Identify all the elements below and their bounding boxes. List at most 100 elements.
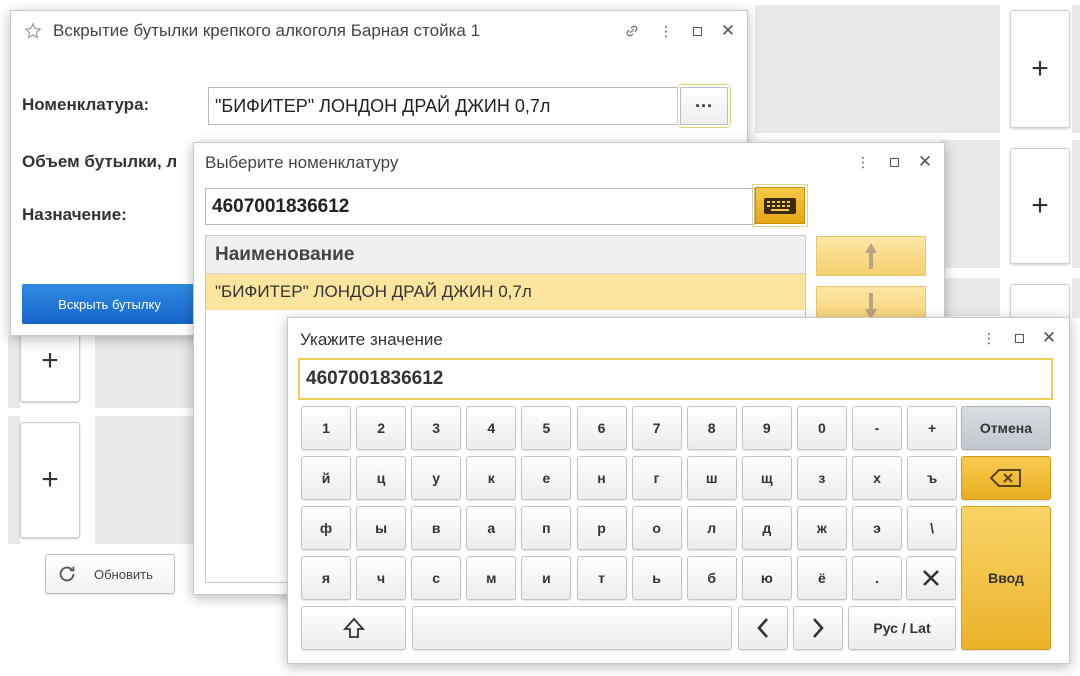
key-row4[interactable]: ё	[796, 556, 847, 600]
window-title: Вскрытие бутылки крепкого алкоголя Барна…	[53, 21, 481, 40]
list-item[interactable]: "БИФИТЕР" ЛОНДОН ДРАЙ ДЖИН 0,7л	[206, 274, 805, 310]
maximize-icon[interactable]	[687, 21, 707, 41]
key-row3[interactable]: ы	[356, 506, 407, 550]
add-tile-button[interactable]: +	[20, 422, 80, 538]
grey-panel	[1072, 278, 1080, 318]
cancel-button[interactable]: Отмена	[961, 406, 1051, 450]
key-row1[interactable]: +	[907, 406, 958, 450]
key-row2[interactable]: ц	[356, 456, 407, 500]
maximize-icon[interactable]	[1009, 328, 1029, 348]
grey-panel	[95, 336, 195, 408]
key-row2[interactable]: х	[852, 456, 902, 500]
close-icon[interactable]: ✕	[1039, 328, 1059, 348]
search-input[interactable]: 4607001836612	[205, 188, 755, 225]
clear-button[interactable]	[906, 556, 956, 600]
key-row2[interactable]: н	[576, 456, 627, 500]
key-row2[interactable]: й	[301, 456, 351, 500]
key-row1[interactable]: 1	[301, 406, 351, 450]
refresh-label: Обновить	[94, 566, 153, 582]
grey-panel	[8, 416, 20, 544]
keyboard-button[interactable]	[752, 184, 808, 227]
cursor-left-button[interactable]	[738, 606, 788, 650]
close-icon[interactable]: ✕	[718, 21, 738, 41]
key-row3[interactable]: э	[852, 506, 902, 550]
key-row2[interactable]: у	[411, 456, 462, 500]
key-row1[interactable]: 2	[356, 406, 407, 450]
enter-button[interactable]: Ввод	[961, 506, 1051, 650]
key-row4[interactable]: б	[686, 556, 737, 600]
shift-icon	[342, 617, 365, 638]
value-input[interactable]: 4607001836612	[298, 358, 1053, 400]
key-row3[interactable]: ф	[301, 506, 351, 550]
backspace-button[interactable]	[961, 456, 1051, 500]
key-row3[interactable]: д	[741, 506, 792, 550]
key-row2[interactable]: з	[796, 456, 847, 500]
star-icon[interactable]	[24, 22, 42, 40]
cursor-right-button[interactable]	[793, 606, 843, 650]
maximize-icon[interactable]	[884, 152, 904, 172]
volume-label: Объем бутылки, л	[22, 152, 178, 171]
key-row4[interactable]: и	[521, 556, 572, 600]
key-row3[interactable]: л	[686, 506, 737, 550]
key-row3[interactable]: п	[521, 506, 572, 550]
key-row3[interactable]: а	[466, 506, 517, 550]
open-bottle-button[interactable]: Вскрыть бутылку	[22, 284, 197, 324]
key-row2[interactable]: е	[521, 456, 572, 500]
column-header: Наименование	[206, 236, 805, 274]
grey-panel	[755, 5, 1000, 133]
key-row3[interactable]: о	[631, 506, 682, 550]
key-row2[interactable]: ъ	[907, 456, 958, 500]
key-row2[interactable]: к	[466, 456, 517, 500]
space-button[interactable]	[412, 606, 732, 650]
add-tile-button[interactable]: +	[1010, 10, 1070, 128]
key-row2[interactable]: ш	[686, 456, 737, 500]
key-row1[interactable]: 3	[411, 406, 462, 450]
clear-icon	[923, 570, 939, 586]
key-row1[interactable]: 7	[631, 406, 682, 450]
key-row4[interactable]: ч	[356, 556, 407, 600]
close-icon[interactable]: ✕	[915, 152, 935, 172]
shift-button[interactable]	[301, 606, 406, 650]
key-row2[interactable]: г	[631, 456, 682, 500]
key-row1[interactable]: 9	[741, 406, 792, 450]
nomenclature-field[interactable]: "БИФИТЕР" ЛОНДОН ДРАЙ ДЖИН 0,7л	[208, 87, 678, 125]
keyboard-icon	[764, 197, 796, 214]
key-row1[interactable]: 8	[686, 406, 737, 450]
grey-panel	[1072, 5, 1080, 133]
key-row3[interactable]: \	[907, 506, 958, 550]
key-row4[interactable]: .	[852, 556, 902, 600]
key-row4[interactable]: ю	[741, 556, 792, 600]
key-row1[interactable]: 5	[521, 406, 572, 450]
window-title: Укажите значение	[300, 330, 443, 349]
key-row3[interactable]: р	[576, 506, 627, 550]
key-row1[interactable]: -	[852, 406, 902, 450]
select-nomenclature-button[interactable]: ···	[677, 84, 731, 128]
key-row4[interactable]: я	[301, 556, 351, 600]
key-row3[interactable]: в	[411, 506, 462, 550]
grey-panel	[1072, 140, 1080, 268]
key-row3[interactable]: ж	[796, 506, 847, 550]
backspace-icon	[989, 469, 1021, 487]
purpose-label: Назначение:	[22, 205, 127, 224]
more-icon[interactable]: ⋮	[853, 152, 873, 172]
add-tile-button[interactable]: +	[1010, 148, 1070, 264]
key-row1[interactable]: 4	[466, 406, 517, 450]
language-toggle-button[interactable]: Рус / Lat	[848, 606, 956, 650]
move-up-button[interactable]	[816, 236, 926, 276]
chevron-left-icon	[757, 618, 768, 638]
link-icon[interactable]	[623, 22, 641, 40]
key-row4[interactable]: м	[466, 556, 517, 600]
key-row4[interactable]: т	[576, 556, 627, 600]
key-row1[interactable]: 0	[796, 406, 847, 450]
add-tile-button[interactable]	[1010, 284, 1070, 318]
key-row1[interactable]: 6	[576, 406, 627, 450]
refresh-button[interactable]: Обновить	[45, 554, 175, 594]
more-icon[interactable]: ⋮	[979, 328, 999, 348]
arrow-up-icon	[865, 243, 877, 269]
window-title: Выберите номенклатуру	[205, 153, 399, 172]
key-row4[interactable]: ь	[631, 556, 682, 600]
key-row2[interactable]: щ	[741, 456, 792, 500]
more-icon[interactable]: ⋮	[656, 21, 676, 41]
key-row4[interactable]: с	[411, 556, 462, 600]
nomenclature-label: Номенклатура:	[22, 95, 150, 114]
